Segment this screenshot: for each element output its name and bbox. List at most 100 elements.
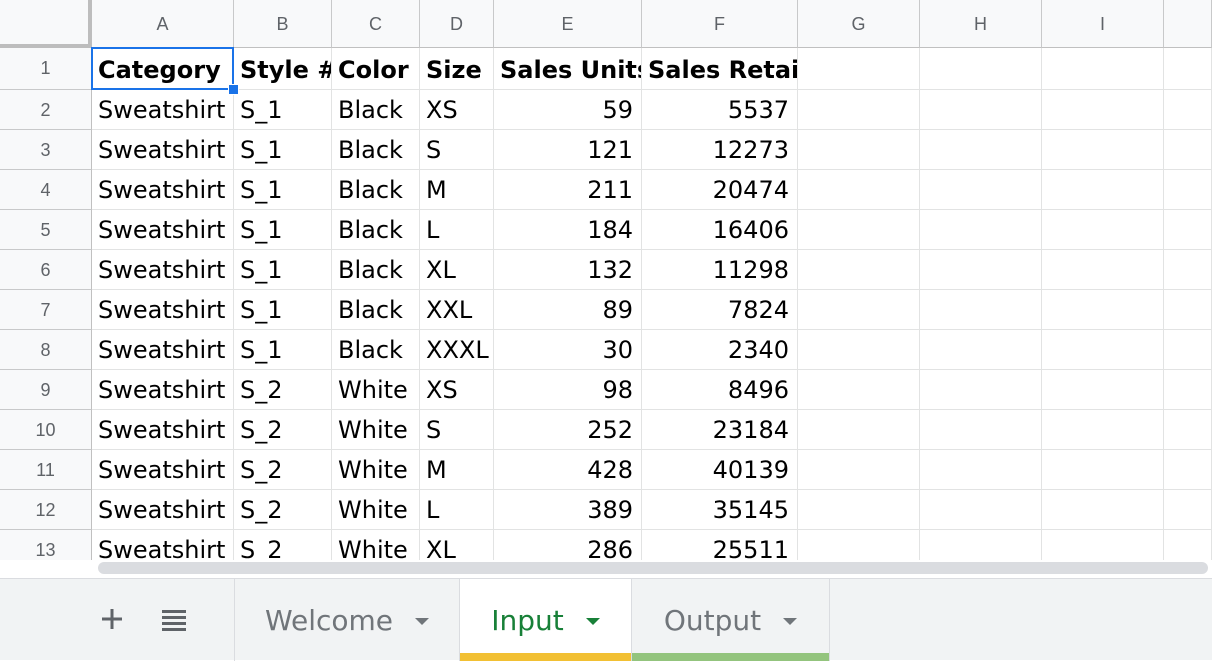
column-header-I[interactable]: I bbox=[1042, 0, 1164, 48]
cell-C7[interactable]: Black bbox=[332, 290, 420, 330]
cell-E12[interactable]: 389 bbox=[494, 490, 642, 530]
cell-H9[interactable] bbox=[920, 370, 1042, 410]
cell-A2[interactable]: Sweatshirt bbox=[92, 90, 234, 130]
cell-A4[interactable]: Sweatshirt bbox=[92, 170, 234, 210]
cell-H8[interactable] bbox=[920, 330, 1042, 370]
column-header-C[interactable]: C bbox=[332, 0, 420, 48]
cell-C12[interactable]: White bbox=[332, 490, 420, 530]
cell-A1[interactable]: Category bbox=[92, 48, 234, 90]
cell-D8[interactable]: XXXL bbox=[420, 330, 494, 370]
all-sheets-button[interactable] bbox=[152, 579, 196, 659]
column-header-E[interactable]: E bbox=[494, 0, 642, 48]
cell-C6[interactable]: Black bbox=[332, 250, 420, 290]
cell-A10[interactable]: Sweatshirt bbox=[92, 410, 234, 450]
cell-A6[interactable]: Sweatshirt bbox=[92, 250, 234, 290]
cell-F6[interactable]: 11298 bbox=[642, 250, 798, 290]
chevron-down-icon[interactable] bbox=[585, 617, 600, 625]
cell-I12[interactable] bbox=[1042, 490, 1164, 530]
row-header-7[interactable]: 7 bbox=[0, 290, 92, 330]
cell-C5[interactable]: Black bbox=[332, 210, 420, 250]
column-header-A[interactable]: A bbox=[92, 0, 234, 48]
cell-G13[interactable] bbox=[798, 530, 920, 560]
cell-C8[interactable]: Black bbox=[332, 330, 420, 370]
row-header-13[interactable]: 13 bbox=[0, 530, 92, 560]
cell-C9[interactable]: White bbox=[332, 370, 420, 410]
cell-J9[interactable] bbox=[1164, 370, 1212, 410]
cell-F13[interactable]: 25511 bbox=[642, 530, 798, 560]
cell-I5[interactable] bbox=[1042, 210, 1164, 250]
cell-J10[interactable] bbox=[1164, 410, 1212, 450]
cell-H13[interactable] bbox=[920, 530, 1042, 560]
cell-D6[interactable]: XL bbox=[420, 250, 494, 290]
cell-H4[interactable] bbox=[920, 170, 1042, 210]
cell-C1[interactable]: Color bbox=[332, 48, 420, 90]
cell-F2[interactable]: 5537 bbox=[642, 90, 798, 130]
cell-J2[interactable] bbox=[1164, 90, 1212, 130]
cell-C10[interactable]: White bbox=[332, 410, 420, 450]
row-header-12[interactable]: 12 bbox=[0, 490, 92, 530]
cell-H1[interactable] bbox=[920, 48, 1042, 90]
cell-F8[interactable]: 2340 bbox=[642, 330, 798, 370]
cell-A8[interactable]: Sweatshirt bbox=[92, 330, 234, 370]
cell-E2[interactable]: 59 bbox=[494, 90, 642, 130]
cell-H3[interactable] bbox=[920, 130, 1042, 170]
cell-G7[interactable] bbox=[798, 290, 920, 330]
cell-I4[interactable] bbox=[1042, 170, 1164, 210]
cell-J3[interactable] bbox=[1164, 130, 1212, 170]
cell-J13[interactable] bbox=[1164, 530, 1212, 560]
cell-G1[interactable] bbox=[798, 48, 920, 90]
cell-B11[interactable]: S_2 bbox=[234, 450, 332, 490]
row-header-4[interactable]: 4 bbox=[0, 170, 92, 210]
cell-C4[interactable]: Black bbox=[332, 170, 420, 210]
cell-E5[interactable]: 184 bbox=[494, 210, 642, 250]
spreadsheet-grid[interactable]: Category Style # Color Size Sales Units Sales… bbox=[0, 0, 1212, 560]
cell-C13[interactable]: White bbox=[332, 530, 420, 560]
cell-D2[interactable]: XS bbox=[420, 90, 494, 130]
cell-G9[interactable] bbox=[798, 370, 920, 410]
cell-G2[interactable] bbox=[798, 90, 920, 130]
cell-J5[interactable] bbox=[1164, 210, 1212, 250]
chevron-down-icon[interactable] bbox=[415, 617, 430, 625]
cell-A7[interactable]: Sweatshirt bbox=[92, 290, 234, 330]
chevron-down-icon[interactable] bbox=[783, 617, 798, 625]
cell-E3[interactable]: 121 bbox=[494, 130, 642, 170]
column-header-J[interactable] bbox=[1164, 0, 1212, 48]
cell-A11[interactable]: Sweatshirt bbox=[92, 450, 234, 490]
cell-E13[interactable]: 286 bbox=[494, 530, 642, 560]
cell-F11[interactable]: 40139 bbox=[642, 450, 798, 490]
cell-F1[interactable]: Sales Retail bbox=[642, 48, 798, 90]
cell-J6[interactable] bbox=[1164, 250, 1212, 290]
row-header-3[interactable]: 3 bbox=[0, 130, 92, 170]
cell-F9[interactable]: 8496 bbox=[642, 370, 798, 410]
cell-G11[interactable] bbox=[798, 450, 920, 490]
row-header-5[interactable]: 5 bbox=[0, 210, 92, 250]
cell-A13[interactable]: Sweatshirt bbox=[92, 530, 234, 560]
cell-B3[interactable]: S_1 bbox=[234, 130, 332, 170]
select-all-corner[interactable] bbox=[0, 0, 92, 48]
cell-B4[interactable]: S_1 bbox=[234, 170, 332, 210]
cell-D12[interactable]: L bbox=[420, 490, 494, 530]
column-header-B[interactable]: B bbox=[234, 0, 332, 48]
cell-J8[interactable] bbox=[1164, 330, 1212, 370]
cell-B5[interactable]: S_1 bbox=[234, 210, 332, 250]
cell-C3[interactable]: Black bbox=[332, 130, 420, 170]
cell-D1[interactable]: Size bbox=[420, 48, 494, 90]
cell-B13[interactable]: S_2 bbox=[234, 530, 332, 560]
column-header-D[interactable]: D bbox=[420, 0, 494, 48]
cell-I8[interactable] bbox=[1042, 330, 1164, 370]
cell-E4[interactable]: 211 bbox=[494, 170, 642, 210]
cell-D4[interactable]: M bbox=[420, 170, 494, 210]
cell-G5[interactable] bbox=[798, 210, 920, 250]
cell-I9[interactable] bbox=[1042, 370, 1164, 410]
row-header-6[interactable]: 6 bbox=[0, 250, 92, 290]
add-sheet-button[interactable] bbox=[90, 579, 134, 659]
cell-H11[interactable] bbox=[920, 450, 1042, 490]
cell-A5[interactable]: Sweatshirt bbox=[92, 210, 234, 250]
sheet-tab-welcome[interactable]: Welcome bbox=[234, 579, 460, 661]
cell-D9[interactable]: XS bbox=[420, 370, 494, 410]
cell-D5[interactable]: L bbox=[420, 210, 494, 250]
sheet-tab-input[interactable]: Input bbox=[460, 579, 632, 661]
cell-B6[interactable]: S_1 bbox=[234, 250, 332, 290]
cell-G10[interactable] bbox=[798, 410, 920, 450]
cell-F4[interactable]: 20474 bbox=[642, 170, 798, 210]
